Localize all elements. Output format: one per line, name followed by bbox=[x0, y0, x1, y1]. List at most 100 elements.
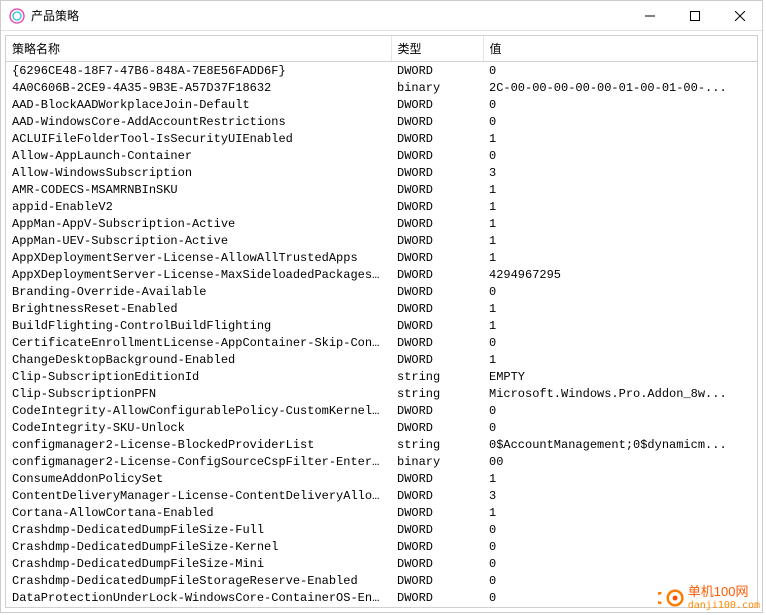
cell-name: BuildFlighting-ControlBuildFlighting bbox=[6, 317, 391, 334]
cell-type: DWORD bbox=[391, 266, 483, 283]
content-area: 策略名称 类型 值 {6296CE48-18F7-47B6-848A-7E8E5… bbox=[1, 31, 762, 612]
table-row[interactable]: {6296CE48-18F7-47B6-848A-7E8E56FADD6F}DW… bbox=[6, 62, 757, 80]
table-row[interactable]: AMR-CODECS-MSAMRNBInSKUDWORD1 bbox=[6, 181, 757, 198]
cell-name: AMR-CODECS-MSAMRNBInSKU bbox=[6, 181, 391, 198]
table-row[interactable]: ConsumeAddonPolicySetDWORD1 bbox=[6, 470, 757, 487]
cell-name: CodeIntegrity-AllowConfigurablePolicy-Cu… bbox=[6, 402, 391, 419]
minimize-button[interactable] bbox=[627, 1, 672, 30]
cell-value: 0 bbox=[483, 334, 757, 351]
table-row[interactable]: AAD-BlockAADWorkplaceJoin-DefaultDWORD0 bbox=[6, 96, 757, 113]
close-button[interactable] bbox=[717, 1, 762, 30]
cell-value: 2C-00-00-00-00-00-01-00-01-00-... bbox=[483, 79, 757, 96]
table-row[interactable]: AppMan-AppV-Subscription-ActiveDWORD1 bbox=[6, 215, 757, 232]
cell-value: 1 bbox=[483, 215, 757, 232]
cell-type: DWORD bbox=[391, 300, 483, 317]
table-row[interactable]: AppXDeploymentServer-License-MaxSideload… bbox=[6, 266, 757, 283]
cell-name: Clip-SubscriptionPFN bbox=[6, 385, 391, 402]
cell-name: AppXDeploymentServer-License-AllowAllTru… bbox=[6, 249, 391, 266]
table-row[interactable]: ContentDeliveryManager-License-ContentDe… bbox=[6, 487, 757, 504]
cell-name: AppMan-AppV-Subscription-Active bbox=[6, 215, 391, 232]
cell-value: 1 bbox=[483, 198, 757, 215]
cell-name: Crashdmp-DedicatedDumpFileSize-Full bbox=[6, 521, 391, 538]
table-row[interactable]: Clip-SubscriptionPFNstringMicrosoft.Wind… bbox=[6, 385, 757, 402]
cell-value: 0 bbox=[483, 521, 757, 538]
table-row[interactable]: ACLUIFileFolderTool-IsSecurityUIEnabledD… bbox=[6, 130, 757, 147]
table-row[interactable]: BrightnessReset-EnabledDWORD1 bbox=[6, 300, 757, 317]
cell-type: DWORD bbox=[391, 181, 483, 198]
cell-type: DWORD bbox=[391, 249, 483, 266]
table-row[interactable]: Crashdmp-DedicatedDumpFileSize-KernelDWO… bbox=[6, 538, 757, 555]
cell-value: 0 bbox=[483, 283, 757, 300]
cell-value: 4294967295 bbox=[483, 266, 757, 283]
policy-table-scroll[interactable]: 策略名称 类型 值 {6296CE48-18F7-47B6-848A-7E8E5… bbox=[6, 36, 757, 607]
cell-type: DWORD bbox=[391, 232, 483, 249]
cell-type: DWORD bbox=[391, 521, 483, 538]
cell-value: 1 bbox=[483, 470, 757, 487]
window-controls bbox=[627, 1, 762, 30]
cell-type: DWORD bbox=[391, 147, 483, 164]
cell-type: DWORD bbox=[391, 470, 483, 487]
table-row[interactable]: Clip-SubscriptionEditionIdstringEMPTY bbox=[6, 368, 757, 385]
cell-name: CodeIntegrity-SKU-Unlock bbox=[6, 419, 391, 436]
table-row[interactable]: AppXDeploymentServer-License-AllowAllTru… bbox=[6, 249, 757, 266]
policy-table: 策略名称 类型 值 {6296CE48-18F7-47B6-848A-7E8E5… bbox=[6, 36, 757, 606]
cell-value: 1 bbox=[483, 504, 757, 521]
cell-type: DWORD bbox=[391, 130, 483, 147]
cell-name: Cortana-AllowCortana-Enabled bbox=[6, 504, 391, 521]
col-header-type[interactable]: 类型 bbox=[391, 36, 483, 62]
table-row[interactable]: Crashdmp-DedicatedDumpFileSize-MiniDWORD… bbox=[6, 555, 757, 572]
cell-type: DWORD bbox=[391, 555, 483, 572]
table-row[interactable]: Crashdmp-DedicatedDumpFileStorageReserve… bbox=[6, 572, 757, 589]
table-row[interactable]: Allow-WindowsSubscriptionDWORD3 bbox=[6, 164, 757, 181]
cell-name: configmanager2-License-ConfigSourceCspFi… bbox=[6, 453, 391, 470]
col-header-name[interactable]: 策略名称 bbox=[6, 36, 391, 62]
cell-type: DWORD bbox=[391, 589, 483, 606]
cell-value: 0 bbox=[483, 555, 757, 572]
table-row[interactable]: CodeIntegrity-SKU-UnlockDWORD0 bbox=[6, 419, 757, 436]
cell-value: 1 bbox=[483, 232, 757, 249]
table-row[interactable]: Allow-AppLaunch-ContainerDWORD0 bbox=[6, 147, 757, 164]
col-header-value[interactable]: 值 bbox=[483, 36, 757, 62]
cell-name: CertificateEnrollmentLicense-AppContaine… bbox=[6, 334, 391, 351]
cell-value: 0 bbox=[483, 113, 757, 130]
cell-name: {6296CE48-18F7-47B6-848A-7E8E56FADD6F} bbox=[6, 62, 391, 80]
table-row[interactable]: Branding-Override-AvailableDWORD0 bbox=[6, 283, 757, 300]
cell-type: DWORD bbox=[391, 487, 483, 504]
cell-value: 1 bbox=[483, 181, 757, 198]
table-row[interactable]: appid-EnableV2DWORD1 bbox=[6, 198, 757, 215]
cell-value: 1 bbox=[483, 317, 757, 334]
table-row[interactable]: configmanager2-License-BlockedProviderLi… bbox=[6, 436, 757, 453]
cell-name: Branding-Override-Available bbox=[6, 283, 391, 300]
cell-value: 0 bbox=[483, 589, 757, 606]
cell-type: DWORD bbox=[391, 283, 483, 300]
window-title: 产品策略 bbox=[31, 7, 627, 24]
cell-type: DWORD bbox=[391, 62, 483, 80]
table-row[interactable]: ChangeDesktopBackground-EnabledDWORD1 bbox=[6, 351, 757, 368]
table-row[interactable]: DataProtectionUnderLock-WindowsCore-Cont… bbox=[6, 589, 757, 606]
cell-name: appid-EnableV2 bbox=[6, 198, 391, 215]
cell-name: Crashdmp-DedicatedDumpFileSize-Mini bbox=[6, 555, 391, 572]
table-row[interactable]: BuildFlighting-ControlBuildFlightingDWOR… bbox=[6, 317, 757, 334]
cell-value: 0 bbox=[483, 538, 757, 555]
table-row[interactable]: configmanager2-License-ConfigSourceCspFi… bbox=[6, 453, 757, 470]
cell-name: Allow-WindowsSubscription bbox=[6, 164, 391, 181]
cell-type: binary bbox=[391, 79, 483, 96]
cell-name: ChangeDesktopBackground-Enabled bbox=[6, 351, 391, 368]
cell-name: configmanager2-License-BlockedProviderLi… bbox=[6, 436, 391, 453]
table-row[interactable]: AppMan-UEV-Subscription-ActiveDWORD1 bbox=[6, 232, 757, 249]
table-row[interactable]: Cortana-AllowCortana-EnabledDWORD1 bbox=[6, 504, 757, 521]
table-row[interactable]: 4A0C606B-2CE9-4A35-9B3E-A57D37F18632bina… bbox=[6, 79, 757, 96]
cell-value: 1 bbox=[483, 351, 757, 368]
table-row[interactable]: CertificateEnrollmentLicense-AppContaine… bbox=[6, 334, 757, 351]
titlebar: 产品策略 bbox=[1, 1, 762, 31]
cell-value: 0 bbox=[483, 96, 757, 113]
maximize-button[interactable] bbox=[672, 1, 717, 30]
cell-name: ContentDeliveryManager-License-ContentDe… bbox=[6, 487, 391, 504]
cell-type: DWORD bbox=[391, 572, 483, 589]
cell-name: Crashdmp-DedicatedDumpFileStorageReserve… bbox=[6, 572, 391, 589]
table-row[interactable]: CodeIntegrity-AllowConfigurablePolicy-Cu… bbox=[6, 402, 757, 419]
cell-value: 0 bbox=[483, 419, 757, 436]
table-row[interactable]: Crashdmp-DedicatedDumpFileSize-FullDWORD… bbox=[6, 521, 757, 538]
table-row[interactable]: AAD-WindowsCore-AddAccountRestrictionsDW… bbox=[6, 113, 757, 130]
cell-value: 3 bbox=[483, 487, 757, 504]
